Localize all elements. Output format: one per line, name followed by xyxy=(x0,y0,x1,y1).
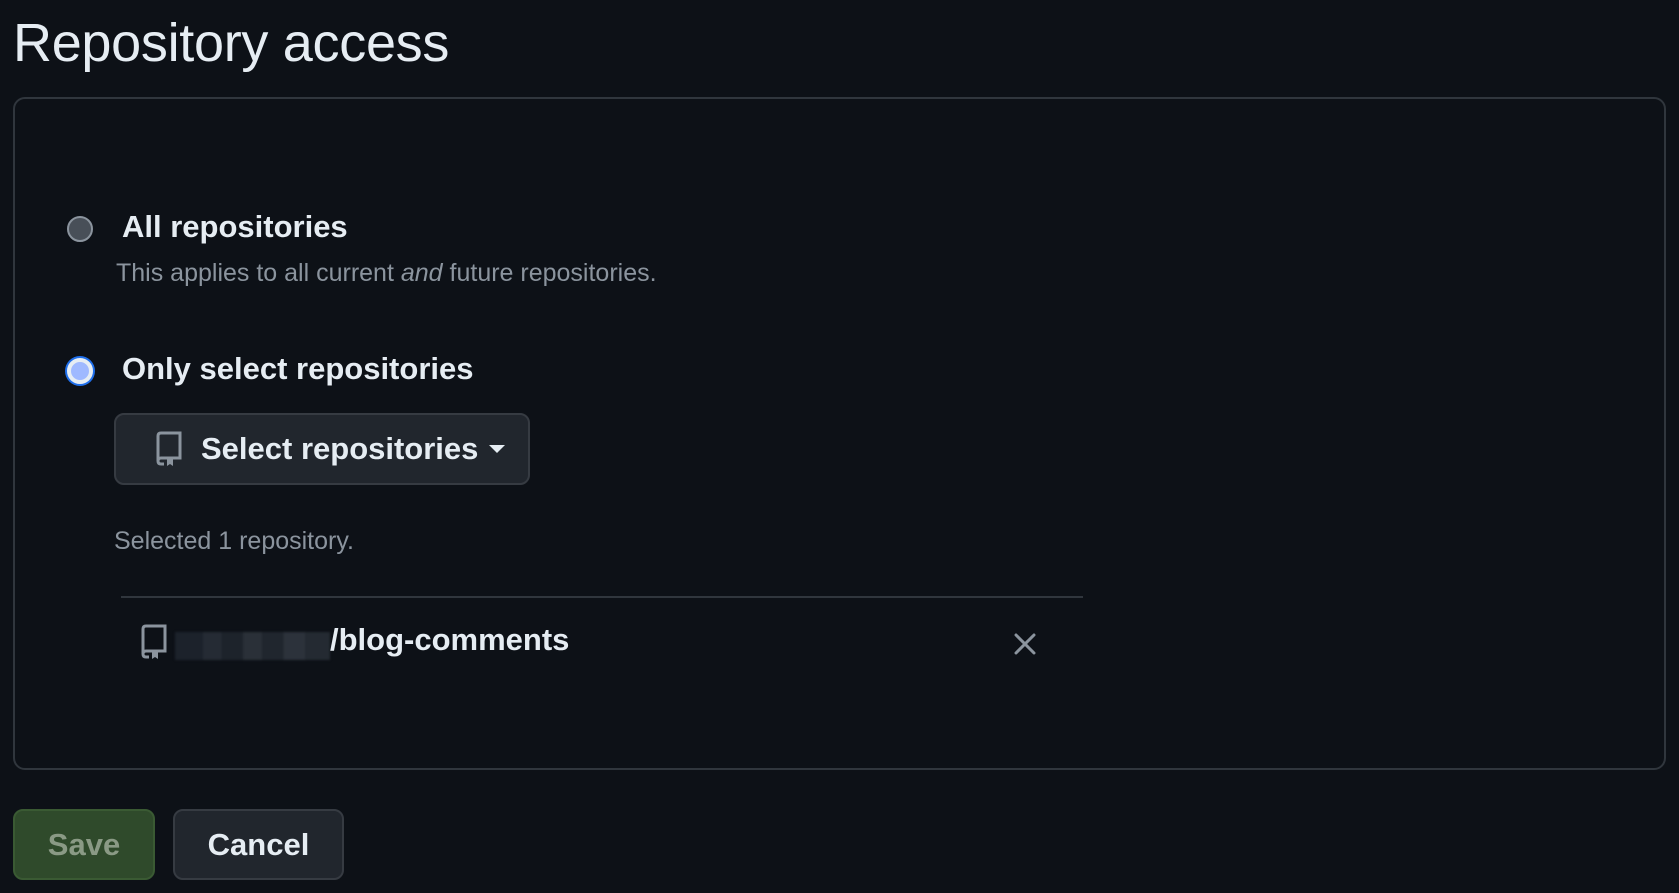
select-repositories-button[interactable]: Select repositories xyxy=(114,413,530,485)
caret-down-icon xyxy=(488,444,506,454)
all-repositories-description: This applies to all current and future r… xyxy=(116,259,657,288)
repo-icon xyxy=(155,431,183,467)
select-repositories-label: Select repositories xyxy=(201,431,479,466)
repository-name: /blog-comments xyxy=(330,622,570,657)
selected-count-text: Selected 1 repository. xyxy=(114,527,354,555)
selected-repositories-list: /blog-comments xyxy=(121,596,1083,688)
only-select-repositories-label[interactable]: Only select repositories xyxy=(122,351,473,387)
page-title: Repository access xyxy=(13,13,450,73)
all-repositories-label[interactable]: All repositories xyxy=(122,209,348,245)
x-icon[interactable] xyxy=(1008,627,1042,661)
redacted-owner-name xyxy=(175,632,330,660)
list-item: /blog-comments xyxy=(121,598,1083,688)
cancel-button[interactable]: Cancel xyxy=(173,809,344,880)
description-text-after: future repositories. xyxy=(442,259,657,287)
save-button[interactable]: Save xyxy=(13,809,155,880)
description-text-before: This applies to all current xyxy=(116,259,401,287)
repo-icon xyxy=(140,624,168,660)
description-emphasis: and xyxy=(400,259,443,287)
only-select-repositories-radio[interactable] xyxy=(67,358,93,384)
all-repositories-radio[interactable] xyxy=(67,216,93,242)
